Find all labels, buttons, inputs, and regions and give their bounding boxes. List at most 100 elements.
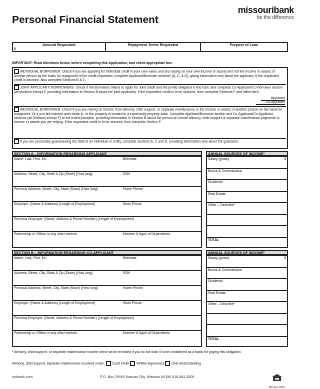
income-row[interactable]: Dividends xyxy=(207,180,287,192)
fdic-badge: Member FDIC xyxy=(268,368,286,389)
option-guarantor: If you are personally guaranteeing the d… xyxy=(14,138,286,149)
amount-requested-currency: $ xyxy=(14,47,16,51)
income-row[interactable]: Salary (gross) $ xyxy=(207,157,287,169)
section-b: SECTION B – INFORMATION REGARDING CO-APP… xyxy=(12,250,288,348)
field-label: Address: Street, City, State & Zip (Sinc… xyxy=(14,271,93,275)
income-row[interactable]: Bonus & Commissions xyxy=(207,168,287,180)
received-under-line: Alimony, child support, separate mainten… xyxy=(12,361,288,366)
option-guarantor-text: If you are personally guaranteeing the d… xyxy=(20,139,239,144)
income-row[interactable]: Dividends xyxy=(207,279,287,291)
purpose-label: Purpose of Loan xyxy=(229,43,259,47)
court-order-label: Court Order xyxy=(111,361,130,366)
field-label: Previous Employer: (Name, Address & Phon… xyxy=(14,217,134,221)
income-currency: $ xyxy=(284,157,286,161)
field-label: Name: Last, First, M.I. xyxy=(14,157,48,161)
co-applicant-partnership-row[interactable]: Partnership or Officer in any other vent… xyxy=(13,331,201,347)
footer-site: mobank.com xyxy=(12,375,33,379)
income-label: Dividends xyxy=(208,279,223,283)
field-label: Work Phone xyxy=(123,202,142,206)
income-total-label: TOTAL xyxy=(208,336,219,341)
repayment-terms-cell[interactable]: Repayment Terms Requested xyxy=(105,42,201,52)
income-row[interactable]: Real Estate xyxy=(207,191,287,203)
initials-co-applicant[interactable]: Co-Applicant xyxy=(255,100,285,105)
applicant-partnership-row[interactable]: Partnership or Officer in any other vent… xyxy=(13,232,201,248)
income-row[interactable] xyxy=(207,314,287,325)
received-under-label: Alimony, child support, separate mainten… xyxy=(12,361,105,366)
field-label: Partnership or Officer in any other vent… xyxy=(14,331,78,335)
field-label: Work Phone xyxy=(123,301,142,305)
income-label: Other – Describe* xyxy=(208,302,235,306)
option-other-income-text: INDIVIDUAL BORROWER. Check if you are re… xyxy=(14,107,283,124)
field-label: Name: Last, First, M.I. xyxy=(14,256,48,260)
income-label: Salary (gross) xyxy=(208,157,230,161)
income-label: Bonus & Commissions xyxy=(208,267,243,272)
income-row[interactable]: Other – Describe* xyxy=(207,302,287,314)
field-label: Birthdate xyxy=(123,256,137,260)
footnote: * Alimony, child support, or separate ma… xyxy=(12,350,242,354)
applicant-prev-address-row[interactable]: Previous Address: Street, City, State (S… xyxy=(13,187,201,202)
co-applicant-name-row[interactable]: Name: Last, First, M.I. Birthdate xyxy=(13,256,201,271)
co-applicant-prev-employer-row[interactable]: Previous Employer: (Name, Address & Phon… xyxy=(13,316,201,331)
income-row[interactable]: Real Estate xyxy=(207,291,287,302)
income-total-row[interactable]: TOTAL xyxy=(207,337,287,349)
income-row[interactable] xyxy=(207,325,287,337)
purpose-cell[interactable]: Purpose of Loan xyxy=(200,42,288,52)
section-a: SECTION A – INFORMATION REGARDING APPLIC… xyxy=(12,151,288,249)
footer-address: P.O. Box 29000 Kansas City, Missouri 641… xyxy=(100,375,195,379)
field-label: SSN xyxy=(123,271,130,275)
written-agreement-checkbox[interactable] xyxy=(130,361,136,366)
repayment-terms-label: Repayment Terms Requested xyxy=(127,43,179,47)
oral-understanding-label: Oral Understanding xyxy=(171,361,201,366)
income-label: Bonus & Commissions xyxy=(208,168,243,173)
field-label: SSN xyxy=(123,172,130,176)
income-row[interactable]: Other – Describe* xyxy=(207,203,287,215)
amount-requested-cell[interactable]: Amount Requested $ xyxy=(12,42,106,52)
oral-understanding-checkbox[interactable] xyxy=(165,361,171,366)
co-applicant-prev-address-row[interactable]: Previous Address: Street, City, State (S… xyxy=(13,286,201,301)
applicant-type-box: INDIVIDUAL BORROWER. Check if you are ap… xyxy=(12,67,288,149)
field-label: Employer: (Name & Address) (Length of Em… xyxy=(14,301,96,305)
bank-logo: missouribank be the difference xyxy=(214,5,294,22)
initials-labels: Applicant Co-Applicant xyxy=(255,96,285,105)
applicant-employer-row[interactable]: Employer: (Name & Address) (Length of Em… xyxy=(13,202,201,217)
court-order-checkbox[interactable] xyxy=(105,361,111,366)
income-row[interactable]: Bonus & Commissions xyxy=(207,267,287,279)
co-applicant-address-row[interactable]: Address: Street, City, State & Zip (Sinc… xyxy=(13,271,201,286)
income-row[interactable] xyxy=(207,215,287,226)
co-applicant-employer-row[interactable]: Employer: (Name & Address) (Length of Em… xyxy=(13,301,201,316)
option-individual: INDIVIDUAL BORROWER. Check if you are ap… xyxy=(14,69,286,83)
income-label: Real Estate xyxy=(208,191,226,196)
field-label: Previous Employer: (Name, Address & Phon… xyxy=(14,316,134,320)
field-label: Number & Ages of Dependents xyxy=(123,232,170,236)
field-label: Home Phone xyxy=(123,187,143,191)
equal-housing-icon xyxy=(272,374,282,381)
field-label: Birthdate xyxy=(123,157,137,161)
guarantor-checkbox[interactable] xyxy=(14,139,19,144)
income-label: Salary (gross) xyxy=(208,256,230,260)
field-label: Number & Ages of Dependents xyxy=(123,331,170,335)
income-total-row[interactable]: TOTAL xyxy=(207,238,287,250)
option-joint-text: JOINT APPLICANT/ BORROWERS. Check if the… xyxy=(14,85,283,94)
income-row[interactable]: Salary (gross) $ xyxy=(207,256,287,268)
income-currency: $ xyxy=(284,256,286,260)
option-individual-text: INDIVIDUAL BORROWER. Check if you are ap… xyxy=(14,69,279,82)
field-label: Previous Address: Street, City, State (S… xyxy=(14,187,98,191)
page-title: Personal Financial Statement xyxy=(12,14,159,26)
income-row[interactable] xyxy=(207,226,287,238)
income-total-label: TOTAL xyxy=(208,237,219,242)
section-a-income: Salary (gross) $ Bonus & Commissions Divi… xyxy=(206,156,288,248)
option-other-income: INDIVIDUAL BORROWER. Check if you are re… xyxy=(14,106,286,135)
loan-request-table: Amount Requested $ Repayment Terms Reque… xyxy=(12,42,288,52)
brand-name: missouribank xyxy=(237,5,294,15)
applicant-name-row[interactable]: Name: Last, First, M.I. Birthdate xyxy=(13,157,201,172)
field-label: Address: Street, City, State & Zip (Sinc… xyxy=(14,172,93,176)
field-label: Employer: (Name & Address) (Length of Em… xyxy=(14,202,96,206)
income-label: Other – Describe* xyxy=(208,203,235,207)
applicant-address-row[interactable]: Address: Street, City, State & Zip (Sinc… xyxy=(13,172,201,187)
option-joint: JOINT APPLICANT/ BORROWERS. Check if the… xyxy=(14,84,286,101)
field-label: Home Phone xyxy=(123,286,143,290)
brand-tagline: be the difference xyxy=(256,15,294,21)
applicant-prev-employer-row[interactable]: Previous Employer: (Name, Address & Phon… xyxy=(13,217,201,232)
income-label: Dividends xyxy=(208,180,223,184)
important-note: IMPORTANT: Read directions below, before… xyxy=(12,61,173,65)
